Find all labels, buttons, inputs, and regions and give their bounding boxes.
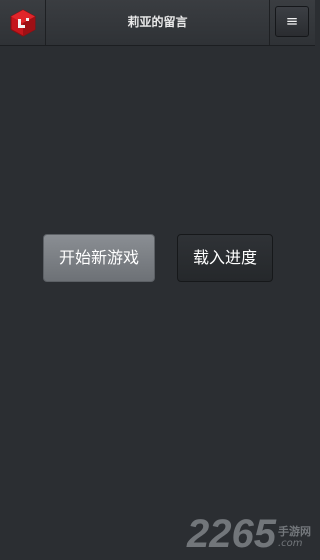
watermark-number: 2265: [187, 512, 276, 556]
page-title: 莉亚的留言: [127, 15, 188, 29]
load-progress-button[interactable]: 载入进度: [177, 234, 273, 282]
menu-area: ≡: [269, 0, 315, 45]
menu-button[interactable]: ≡: [275, 6, 309, 37]
watermark-site-name: 手游网: [278, 525, 311, 538]
watermark-domain: .com: [278, 538, 303, 549]
red-cube-logo-icon: [10, 8, 35, 37]
watermark: 2265 手游网 .com: [187, 514, 311, 554]
hamburger-menu-icon: ≡: [285, 12, 299, 30]
logo-area[interactable]: [0, 0, 46, 45]
watermark-side: 手游网 .com: [278, 525, 311, 554]
app-header: 莉亚的留言 ≡: [0, 0, 315, 46]
new-game-button[interactable]: 开始新游戏: [43, 234, 155, 282]
